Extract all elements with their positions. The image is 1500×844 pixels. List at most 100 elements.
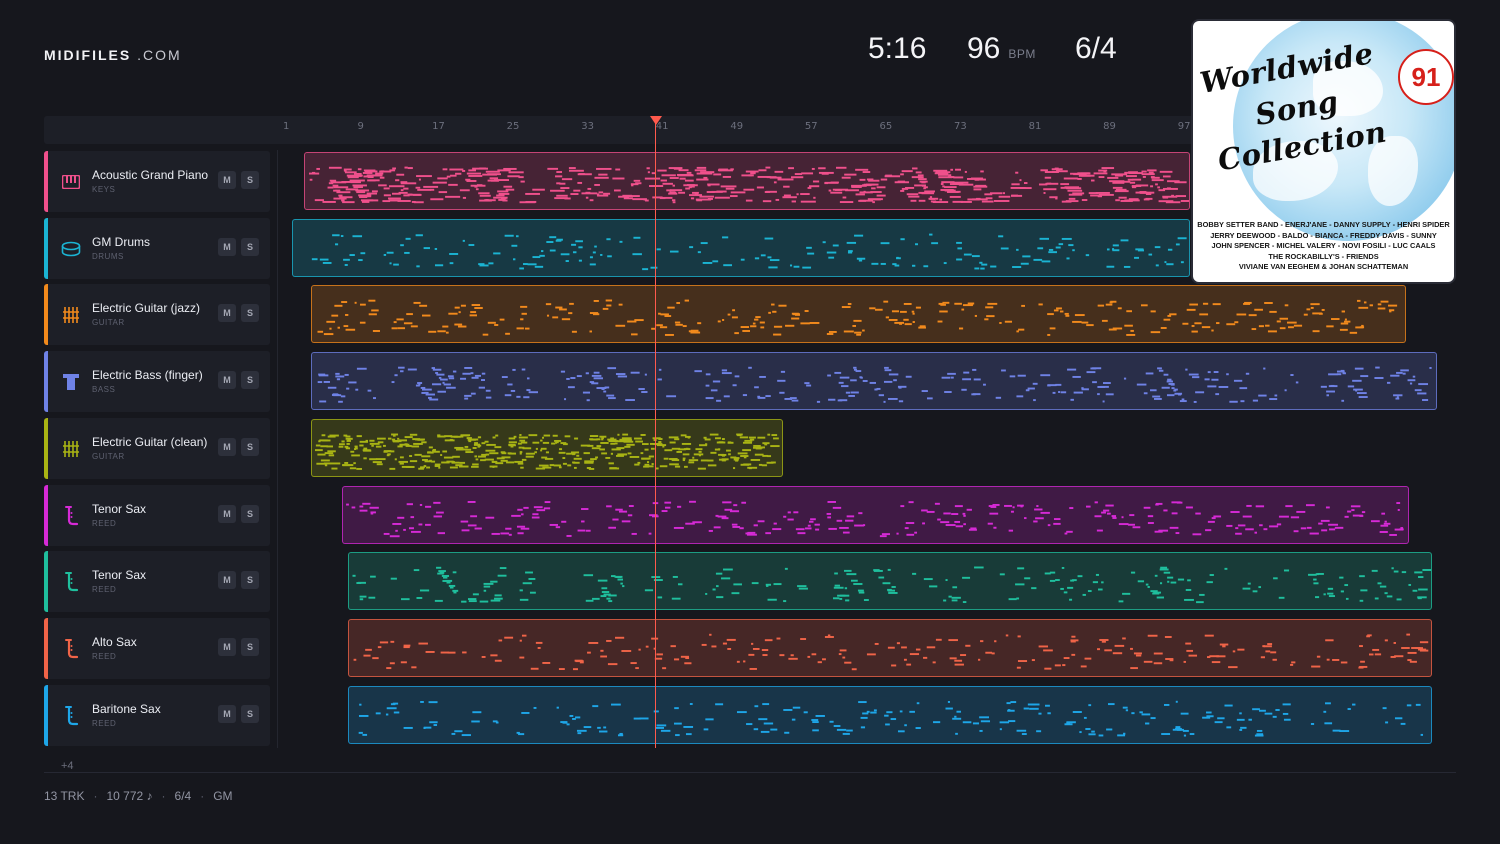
solo-button[interactable]: S bbox=[241, 638, 259, 656]
track-name: Electric Bass (finger) bbox=[92, 368, 203, 382]
artist-line: JOHN SPENCER - MICHEL VALERY - NOVI FOSI… bbox=[1211, 241, 1436, 251]
bar-tick-label: 57 bbox=[804, 121, 818, 132]
mute-button[interactable]: M bbox=[218, 371, 236, 389]
mute-button[interactable]: M bbox=[218, 438, 236, 456]
bar-tick-label: 49 bbox=[730, 121, 744, 132]
brand-suffix: .COM bbox=[137, 47, 182, 63]
track-header[interactable]: Tenor Sax REED M S bbox=[44, 551, 270, 612]
track-color-bar bbox=[44, 218, 48, 279]
mute-button[interactable]: M bbox=[218, 571, 236, 589]
track-header[interactable]: Alto Sax REED M S bbox=[44, 618, 270, 679]
track-header[interactable]: GM Drums DRUMS M S bbox=[44, 218, 270, 279]
piano-icon bbox=[60, 171, 82, 193]
track-color-bar bbox=[44, 685, 48, 746]
solo-button[interactable]: S bbox=[241, 571, 259, 589]
note-pattern bbox=[358, 700, 1424, 737]
guitar-fretboard-icon bbox=[60, 438, 82, 460]
midi-clip[interactable] bbox=[348, 552, 1432, 610]
playhead-handle[interactable] bbox=[650, 116, 662, 125]
track-name: Electric Guitar (clean) bbox=[92, 435, 208, 449]
track-name: Acoustic Grand Piano bbox=[92, 168, 209, 182]
track-header[interactable]: Acoustic Grand Piano KEYS M S bbox=[44, 151, 270, 212]
midi-clip[interactable] bbox=[311, 352, 1437, 410]
song-time-value: 5:16 bbox=[868, 32, 927, 65]
artist-line: VIVIANE VAN EEGHEM & JOHAN SCHATTEMAN bbox=[1238, 262, 1409, 272]
artist-line: JERRY DEEWOOD - BALDO - BIANCA - FREDDY … bbox=[1210, 230, 1437, 240]
guitar-fretboard-icon bbox=[60, 304, 82, 326]
note-pattern bbox=[352, 566, 1431, 604]
solo-button[interactable]: S bbox=[241, 238, 259, 256]
solo-button[interactable]: S bbox=[241, 304, 259, 322]
midi-clip[interactable] bbox=[311, 419, 783, 477]
status-footer: 13 TRK · 10 772 ♪ · 6/4 · GM bbox=[44, 789, 233, 803]
album-cover: Worldwide Song Collection 91 BOBBY SETTE… bbox=[1191, 19, 1456, 284]
mute-button[interactable]: M bbox=[218, 238, 236, 256]
midi-standard: GM bbox=[213, 789, 233, 803]
note-pattern bbox=[314, 433, 780, 470]
tempo-readout: 96 BPM bbox=[967, 32, 1036, 72]
note-pattern bbox=[317, 299, 1398, 336]
bar-tick-label: 81 bbox=[1028, 121, 1042, 132]
bar-tick-label: 65 bbox=[879, 121, 893, 132]
time-signature-value: 6/4 bbox=[1075, 32, 1117, 65]
track-category: BASS bbox=[92, 385, 116, 394]
track-category: REED bbox=[92, 519, 117, 528]
track-category: KEYS bbox=[92, 185, 116, 194]
track-category: GUITAR bbox=[92, 452, 125, 461]
track-color-bar bbox=[44, 485, 48, 546]
solo-button[interactable]: S bbox=[241, 371, 259, 389]
bar-tick-label: 9 bbox=[357, 121, 364, 132]
track-header[interactable]: Electric Bass (finger) BASS M S bbox=[44, 351, 270, 412]
track-color-bar bbox=[44, 618, 48, 679]
mute-button[interactable]: M bbox=[218, 638, 236, 656]
track-category: GUITAR bbox=[92, 318, 125, 327]
bar-tick-label: 17 bbox=[432, 121, 445, 132]
track-color-bar bbox=[44, 551, 48, 612]
footer-divider bbox=[44, 772, 1456, 773]
solo-button[interactable]: S bbox=[241, 705, 259, 723]
separator-dot: · bbox=[161, 789, 166, 803]
mute-button[interactable]: M bbox=[218, 304, 236, 322]
solo-button[interactable]: S bbox=[241, 505, 259, 523]
bar-tick-label: 73 bbox=[954, 121, 967, 132]
saxophone-icon bbox=[60, 638, 82, 660]
bar-tick-label: 89 bbox=[1103, 121, 1116, 132]
artist-line: THE ROCKABILLY'S - FRIENDS bbox=[1268, 251, 1379, 261]
bar-tick-label: 97 bbox=[1177, 121, 1191, 132]
track-header[interactable]: Electric Guitar (clean) GUITAR M S bbox=[44, 418, 270, 479]
track-count: 13 TRK bbox=[44, 789, 85, 803]
separator-dot: · bbox=[93, 789, 98, 803]
midi-clip[interactable] bbox=[304, 152, 1190, 210]
track-header[interactable]: Electric Guitar (jazz) GUITAR M S bbox=[44, 284, 270, 345]
note-pattern bbox=[353, 633, 1429, 671]
midi-clip[interactable] bbox=[348, 686, 1432, 744]
mute-button[interactable]: M bbox=[218, 705, 236, 723]
brand-logo: MIDIFILES .COM bbox=[44, 47, 182, 63]
track-category: REED bbox=[92, 585, 117, 594]
track-color-bar bbox=[44, 351, 48, 412]
song-time: 5:16 bbox=[868, 32, 926, 72]
saxophone-icon bbox=[60, 571, 82, 593]
midi-clip[interactable] bbox=[348, 619, 1432, 677]
note-pattern bbox=[311, 233, 1187, 271]
more-tracks-indicator[interactable]: +4 bbox=[61, 760, 74, 772]
mute-button[interactable]: M bbox=[218, 505, 236, 523]
brand-name: MIDIFILES bbox=[44, 47, 132, 63]
solo-button[interactable]: S bbox=[241, 171, 259, 189]
track-name: Tenor Sax bbox=[92, 502, 147, 516]
track-header[interactable]: Tenor Sax REED M S bbox=[44, 485, 270, 546]
mute-button[interactable]: M bbox=[218, 171, 236, 189]
midi-clip[interactable] bbox=[342, 486, 1409, 544]
midi-clip[interactable] bbox=[292, 219, 1190, 277]
bar-tick-label: 25 bbox=[506, 121, 520, 132]
track-category: REED bbox=[92, 719, 117, 728]
playhead[interactable] bbox=[655, 118, 656, 748]
solo-button[interactable]: S bbox=[241, 438, 259, 456]
midi-clip[interactable] bbox=[311, 285, 1406, 343]
track-name: Baritone Sax bbox=[92, 702, 161, 716]
time-signature: 6/4 bbox=[1075, 32, 1117, 72]
volume-number-badge: 91 bbox=[1398, 49, 1454, 105]
note-pattern bbox=[308, 166, 1189, 204]
note-pattern bbox=[317, 366, 1432, 403]
track-header[interactable]: Baritone Sax REED M S bbox=[44, 685, 270, 746]
